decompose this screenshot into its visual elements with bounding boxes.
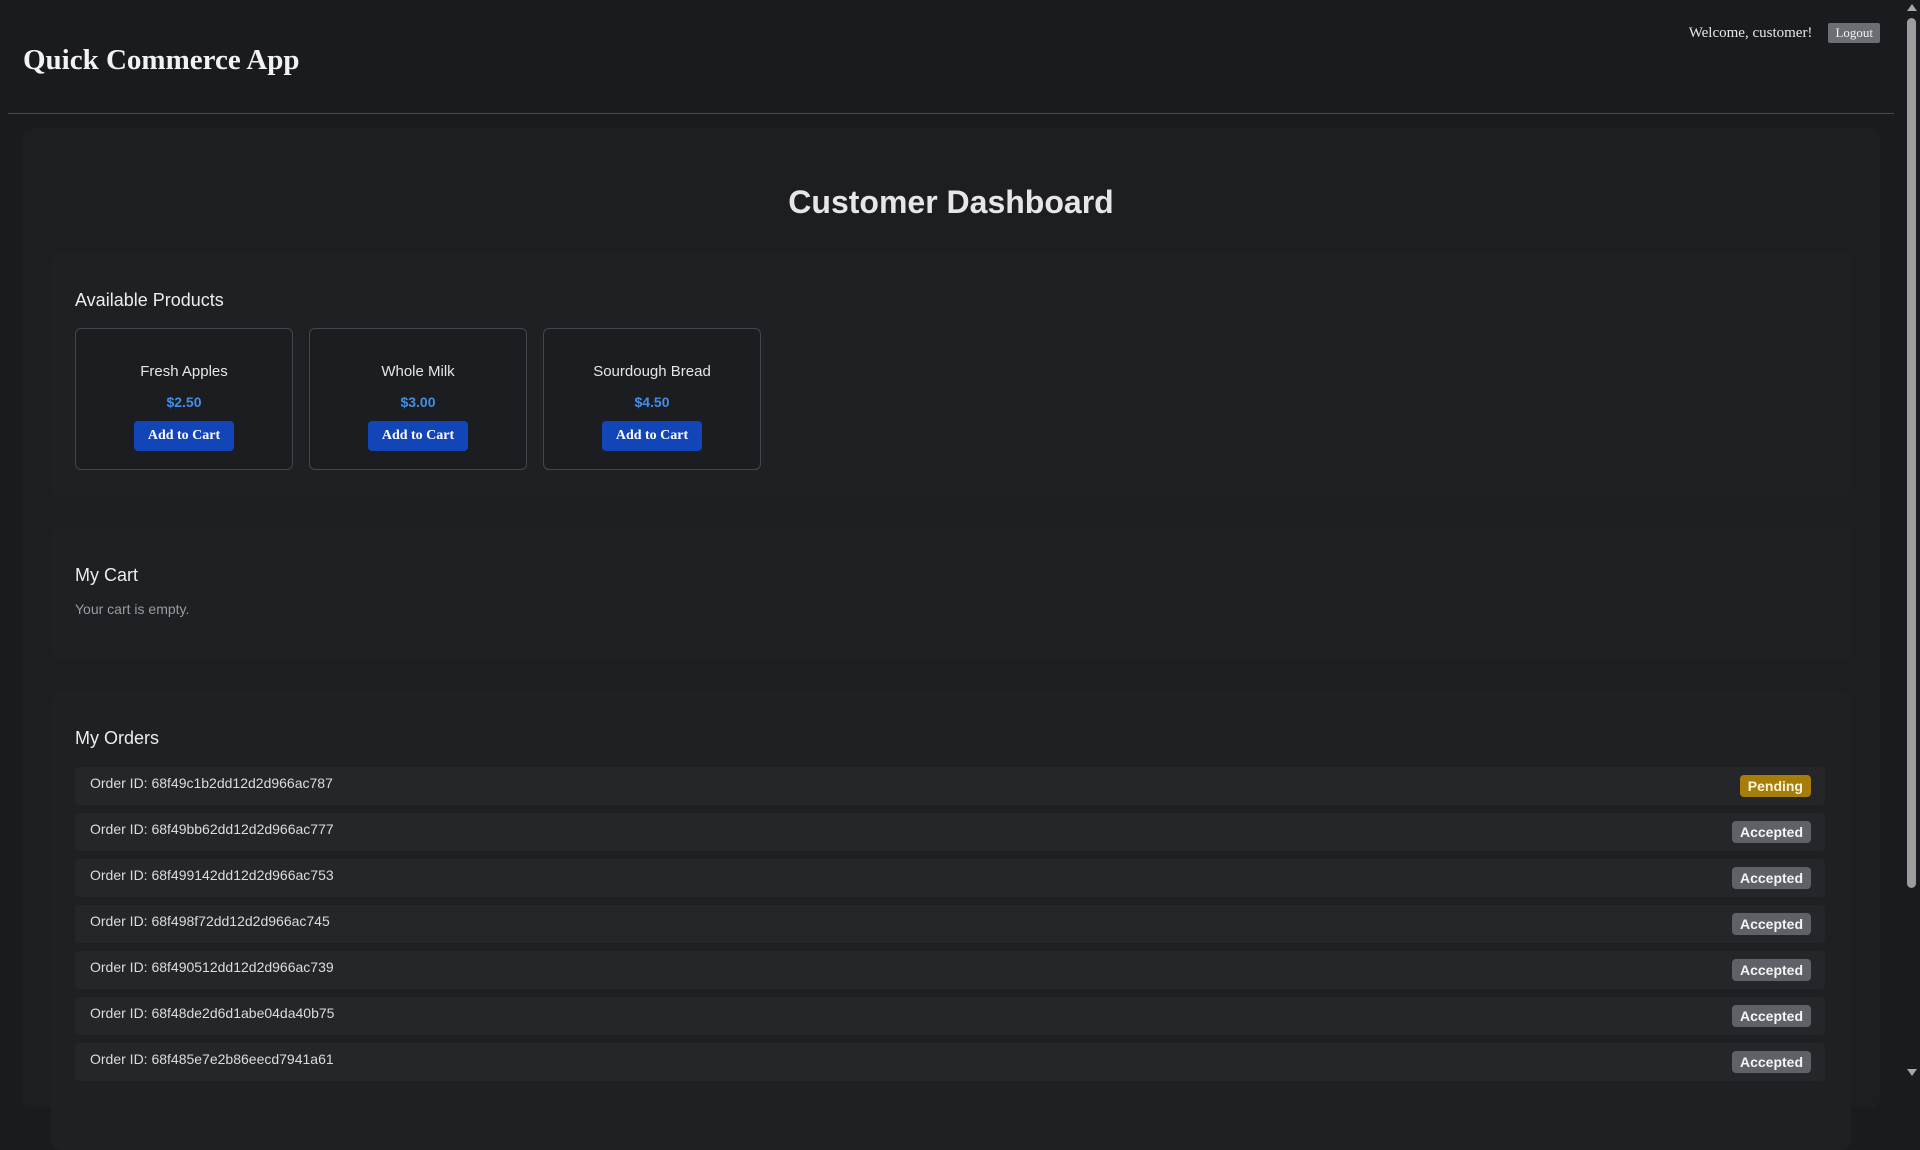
product-card: Whole Milk $3.00 Add to Cart: [309, 328, 527, 470]
orders-heading: My Orders: [75, 728, 160, 748]
order-id: Order ID: 68f49bb62dd12d2d966ac777: [90, 821, 334, 837]
order-row[interactable]: Order ID: 68f49c1b2dd12d2d966ac787 Pendi…: [75, 767, 1825, 805]
product-grid: Fresh Apples $2.50 Add to Cart Whole Mil…: [75, 328, 761, 470]
order-row[interactable]: Order ID: 68f498f72dd12d2d966ac745 Accep…: [75, 905, 1825, 943]
add-to-cart-button[interactable]: Add to Cart: [133, 421, 235, 451]
order-id: Order ID: 68f499142dd12d2d966ac753: [90, 867, 334, 883]
order-row[interactable]: Order ID: 68f485e7e2b86eecd7941a61 Accep…: [75, 1043, 1825, 1081]
scroll-down-arrow-icon[interactable]: [1907, 1069, 1917, 1076]
vertical-scrollbar[interactable]: [1904, 0, 1920, 1080]
status-badge: Accepted: [1731, 821, 1811, 843]
status-badge: Accepted: [1731, 913, 1811, 935]
add-to-cart-button[interactable]: Add to Cart: [601, 421, 703, 451]
order-row[interactable]: Order ID: 68f49bb62dd12d2d966ac777 Accep…: [75, 813, 1825, 851]
scroll-thumb[interactable]: [1907, 18, 1916, 888]
product-price: $4.50: [634, 394, 670, 410]
products-heading: Available Products: [75, 290, 224, 310]
status-badge: Pending: [1739, 775, 1811, 797]
order-id: Order ID: 68f490512dd12d2d966ac739: [90, 959, 334, 975]
status-badge: Accepted: [1731, 1051, 1811, 1073]
app-header: Quick Commerce App Welcome, customer! Lo…: [8, 0, 1894, 114]
status-badge: Accepted: [1731, 1005, 1811, 1027]
status-badge: Accepted: [1731, 959, 1811, 981]
app-title: Quick Commerce App: [23, 44, 300, 76]
product-price: $2.50: [166, 394, 202, 410]
scroll-up-arrow-icon[interactable]: [1907, 4, 1917, 11]
add-to-cart-button[interactable]: Add to Cart: [367, 421, 469, 451]
order-row[interactable]: Order ID: 68f490512dd12d2d966ac739 Accep…: [75, 951, 1825, 989]
product-name: Whole Milk: [381, 363, 455, 380]
product-card: Fresh Apples $2.50 Add to Cart: [75, 328, 293, 470]
user-area: Welcome, customer! Logout: [1689, 23, 1880, 43]
page-title: Customer Dashboard: [788, 184, 1114, 220]
order-list: Order ID: 68f49c1b2dd12d2d966ac787 Pendi…: [75, 767, 1825, 1081]
status-badge: Accepted: [1731, 867, 1811, 889]
product-name: Fresh Apples: [140, 363, 228, 380]
logout-button[interactable]: Logout: [1828, 23, 1880, 43]
dashboard-container: Customer Dashboard Available Products Fr…: [22, 128, 1880, 1150]
order-row[interactable]: Order ID: 68f48de2d6d1abe04da40b75 Accep…: [75, 997, 1825, 1035]
product-price: $3.00: [400, 394, 436, 410]
order-id: Order ID: 68f48de2d6d1abe04da40b75: [90, 1005, 335, 1021]
orders-panel: My Orders Order ID: 68f49c1b2dd12d2d966a…: [51, 690, 1851, 1150]
order-id: Order ID: 68f49c1b2dd12d2d966ac787: [90, 775, 333, 791]
welcome-text: Welcome, customer!: [1688, 24, 1813, 41]
products-panel: Available Products Fresh Apples $2.50 Ad…: [51, 252, 1851, 497]
order-id: Order ID: 68f498f72dd12d2d966ac745: [90, 913, 330, 929]
cart-empty-message: Your cart is empty.: [75, 601, 190, 617]
product-card: Sourdough Bread $4.50 Add to Cart: [543, 328, 761, 470]
cart-heading: My Cart: [75, 565, 138, 585]
cart-panel: My Cart Your cart is empty.: [51, 527, 1851, 659]
order-id: Order ID: 68f485e7e2b86eecd7941a61: [90, 1051, 334, 1067]
product-name: Sourdough Bread: [593, 363, 711, 380]
order-row[interactable]: Order ID: 68f499142dd12d2d966ac753 Accep…: [75, 859, 1825, 897]
